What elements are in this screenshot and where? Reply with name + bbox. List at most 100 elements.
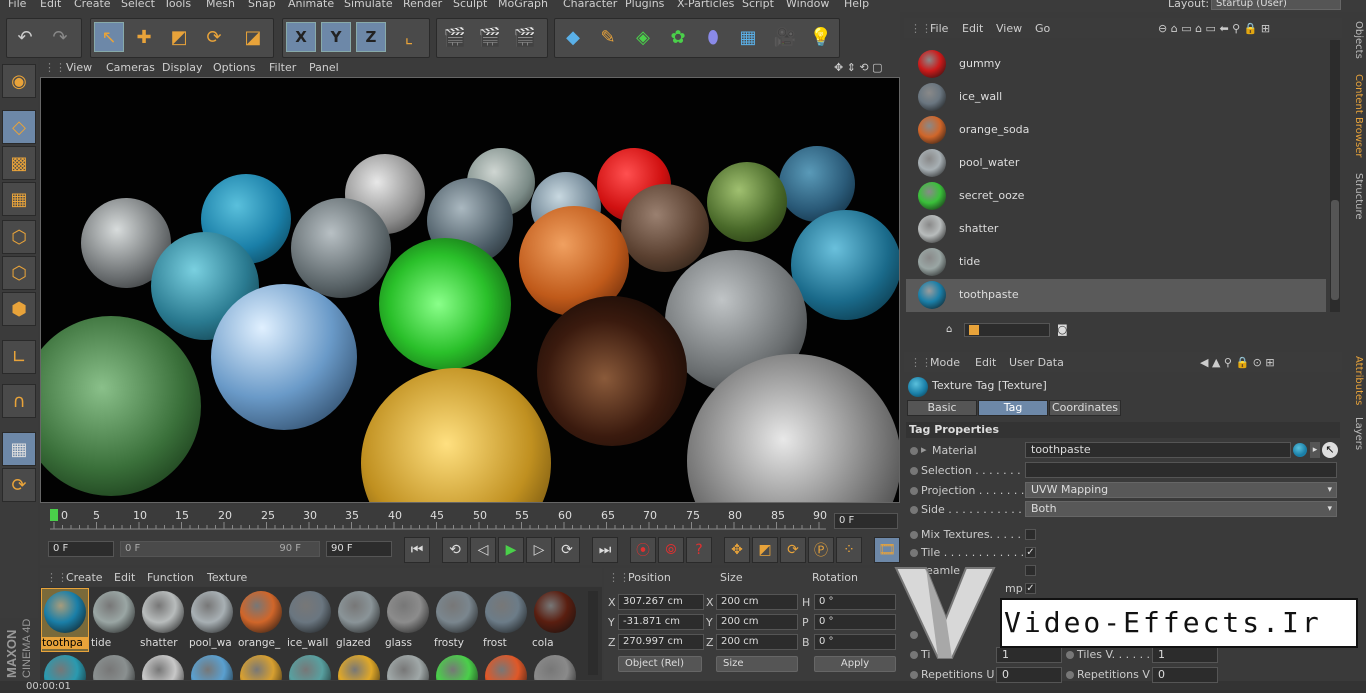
menu-plugins[interactable]: Plugins (625, 0, 664, 10)
rotation-p-field[interactable]: 0 ° (814, 614, 896, 630)
z-axis-icon[interactable]: Z (356, 22, 386, 52)
material-swatch[interactable]: glazed (336, 589, 382, 651)
spline-pen-icon[interactable]: ✎ (593, 22, 623, 52)
viewport-menu-panel[interactable]: Panel (309, 61, 339, 74)
size-z-field[interactable]: 200 cm (716, 634, 798, 650)
material-menu-edit[interactable]: Edit (114, 571, 135, 584)
material-swatch[interactable] (91, 653, 137, 680)
material-swatch[interactable] (140, 653, 186, 680)
subdivision-surface-icon[interactable]: ◈ (628, 22, 658, 52)
previous-frame-icon[interactable]: ◁ (470, 537, 496, 563)
tab-objects[interactable]: Objects (1344, 18, 1364, 62)
auto-key-icon[interactable]: ⦾ (658, 537, 684, 563)
object-menu-file[interactable]: File (930, 22, 948, 35)
render-picture-viewer-icon[interactable]: 🎬 (475, 22, 505, 52)
play-icon[interactable]: ▶ (498, 537, 524, 563)
material-swatch[interactable] (189, 653, 235, 680)
viewport-nav-icons[interactable]: ✥ ⇕ ⟲ ▢ (834, 61, 883, 74)
object-list-item[interactable]: ice_wall (906, 81, 1326, 114)
rotation-b-field[interactable]: 0 ° (814, 634, 896, 650)
end-frame-field[interactable]: 90 F (326, 541, 392, 557)
y-axis-icon[interactable]: Y (321, 22, 351, 52)
object-list-item[interactable]: gummy (906, 48, 1326, 81)
attr-menu-user-data[interactable]: User Data (1009, 356, 1064, 369)
material-swatch[interactable] (532, 653, 578, 680)
size-mode-select[interactable]: Size (716, 656, 798, 672)
menu-window[interactable]: Window (786, 0, 829, 10)
material-swatch[interactable] (287, 653, 333, 680)
tab-attributes[interactable]: Attributes (1344, 352, 1364, 410)
preview-size-slider[interactable] (964, 323, 1050, 337)
object-menu-edit[interactable]: Edit (962, 22, 983, 35)
animation-dot[interactable] (910, 531, 918, 539)
move-icon[interactable]: ✚ (129, 22, 159, 52)
previous-key-icon[interactable]: ⟲ (442, 537, 468, 563)
menu-select[interactable]: Select (121, 0, 155, 10)
menu-x-particles[interactable]: X-Particles (677, 0, 734, 10)
menu-file[interactable]: File (8, 0, 26, 10)
material-swatch[interactable]: shatter (140, 589, 186, 651)
menu-render[interactable]: Render (403, 0, 442, 10)
use-uvw-bump-checkbox[interactable]: ✓ (1025, 583, 1036, 594)
material-scrollbar[interactable] (588, 591, 598, 675)
tab-tag[interactable]: Tag (978, 400, 1048, 416)
animation-dot[interactable] (1066, 651, 1074, 659)
go-to-end-icon[interactable]: ⏭ (592, 537, 618, 563)
recent-tool-icon[interactable]: ◪ (238, 22, 268, 52)
viewport-menu-cameras[interactable]: Cameras (106, 61, 155, 74)
object-menu-go[interactable]: Go (1035, 22, 1050, 35)
position-z-field[interactable]: 270.997 cm (618, 634, 704, 650)
object-list-scrollbar[interactable] (1330, 40, 1340, 312)
object-list-item[interactable]: shatter (906, 213, 1326, 246)
material-menu-texture[interactable]: Texture (207, 571, 247, 584)
start-frame-field[interactable]: 0 F (48, 541, 114, 557)
cloner-icon[interactable]: ✿ (663, 22, 693, 52)
tab-basic[interactable]: Basic (907, 400, 977, 416)
menu-character[interactable]: Character (563, 0, 617, 10)
camera-icon[interactable]: 🎥 (770, 22, 800, 52)
material-menu-function[interactable]: Function (147, 571, 194, 584)
preview-large-icon[interactable]: ◙ (1057, 323, 1068, 336)
animation-dot[interactable] (910, 506, 918, 514)
menu-animate[interactable]: Animate (288, 0, 334, 10)
tile-checkbox[interactable]: ✓ (1025, 547, 1036, 558)
animation-dot[interactable] (910, 487, 918, 495)
menu-mograph[interactable]: MoGraph (498, 0, 548, 10)
material-swatch[interactable]: tide (91, 589, 137, 651)
key-pla-icon[interactable]: ⁘ (836, 537, 862, 563)
position-x-field[interactable]: 307.267 cm (618, 594, 704, 610)
pick-material-icon[interactable]: ↖ (1322, 442, 1338, 458)
object-list-item[interactable]: toothpaste (906, 279, 1326, 312)
menu-help[interactable]: Help (844, 0, 869, 10)
menu-sculpt[interactable]: Sculpt (453, 0, 487, 10)
key-rotation-icon[interactable]: ⟳ (780, 537, 806, 563)
material-swatch[interactable]: orange_ (238, 589, 284, 651)
object-list-item[interactable]: secret_ooze (906, 180, 1326, 213)
material-swatch[interactable] (483, 653, 529, 680)
size-y-field[interactable]: 200 cm (716, 614, 798, 630)
material-swatch[interactable]: frost (483, 589, 529, 651)
attr-menu-edit[interactable]: Edit (975, 356, 996, 369)
position-y-field[interactable]: -31.871 cm (618, 614, 704, 630)
viewport-menu-options[interactable]: Options (213, 61, 255, 74)
material-menu-arrow-icon[interactable]: ▸ (1310, 442, 1320, 458)
key-position-icon[interactable]: ✥ (724, 537, 750, 563)
object-list-item[interactable]: orange_soda (906, 114, 1326, 147)
key-parameter-icon[interactable]: Ⓟ (808, 537, 834, 563)
material-swatch[interactable] (42, 653, 88, 680)
material-swatch[interactable]: toothpa (41, 588, 89, 652)
object-manager-toolbar-icons[interactable]: ⊖ ⌂ ▭ ⌂ ▭ ⬅ ⚲ 🔒 ⊞ (1158, 22, 1270, 35)
texture-mode-icon[interactable]: ▩ (2, 146, 36, 180)
enable-axis-icon[interactable]: ∟ (2, 340, 36, 374)
viewport-menu-view[interactable]: View (66, 61, 92, 74)
light-icon[interactable]: 💡 (806, 22, 836, 52)
polygons-mode-icon[interactable]: ⬢ (2, 292, 36, 326)
current-frame-field[interactable]: 0 F (834, 513, 898, 529)
animation-dot[interactable] (910, 467, 918, 475)
coordinate-mode-select[interactable]: Object (Rel) (618, 656, 702, 672)
rotation-h-field[interactable]: 0 ° (814, 594, 896, 610)
menu-snap[interactable]: Snap (248, 0, 276, 10)
repetitions-u-field[interactable]: 0 (996, 667, 1062, 683)
viewport-menu-display[interactable]: Display (162, 61, 203, 74)
expand-icon[interactable]: ▸ (921, 443, 927, 456)
